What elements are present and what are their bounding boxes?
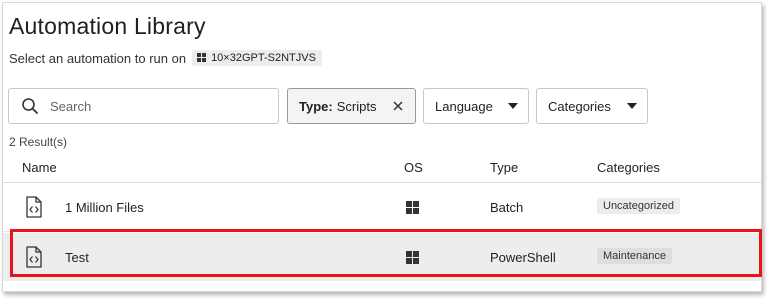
type-filter-chip[interactable]: Type: Scripts bbox=[287, 88, 416, 124]
close-icon[interactable] bbox=[391, 99, 405, 113]
column-header-categories[interactable]: Categories bbox=[597, 160, 660, 175]
language-dropdown[interactable]: Language bbox=[423, 88, 529, 124]
row-type: PowerShell bbox=[490, 250, 556, 265]
row-name: Test bbox=[65, 250, 89, 265]
subtitle-text: Select an automation to run on bbox=[9, 50, 187, 66]
table-row[interactable]: Test PowerShell Maintenance bbox=[3, 233, 761, 281]
results-count: 2 Result(s) bbox=[9, 135, 68, 149]
table-row[interactable]: 1 Million Files Batch Uncategorized bbox=[3, 183, 761, 232]
device-chip: 10×32GPT-S2NTJVS bbox=[192, 50, 322, 66]
search-box[interactable] bbox=[8, 88, 279, 124]
page-subtitle: Select an automation to run on 10×32GPT-… bbox=[9, 50, 322, 66]
category-badge: Uncategorized bbox=[597, 198, 680, 214]
row-name: 1 Million Files bbox=[65, 200, 144, 215]
windows-icon bbox=[197, 53, 207, 63]
search-input[interactable] bbox=[48, 97, 252, 115]
column-header-type[interactable]: Type bbox=[490, 160, 518, 175]
category-badge: Maintenance bbox=[597, 248, 672, 264]
column-header-os[interactable]: OS bbox=[404, 160, 423, 175]
column-header-name[interactable]: Name bbox=[22, 160, 57, 175]
type-filter-value: Scripts bbox=[336, 98, 377, 114]
script-file-icon bbox=[26, 196, 42, 218]
page-title: Automation Library bbox=[9, 13, 206, 39]
caret-down-icon bbox=[508, 103, 518, 109]
script-file-icon bbox=[26, 246, 42, 268]
windows-icon bbox=[406, 201, 419, 214]
table-header: Name OS Type Categories bbox=[3, 155, 761, 183]
search-icon bbox=[22, 98, 38, 114]
device-name: 10×32GPT-S2NTJVS bbox=[211, 52, 316, 64]
categories-dropdown[interactable]: Categories bbox=[536, 88, 648, 124]
caret-down-icon bbox=[627, 103, 637, 109]
language-dropdown-label: Language bbox=[435, 98, 493, 114]
row-type: Batch bbox=[490, 200, 524, 215]
windows-icon bbox=[406, 251, 419, 264]
type-filter-label: Type: bbox=[299, 98, 333, 114]
automation-library-panel: Automation Library Select an automation … bbox=[2, 2, 762, 292]
categories-dropdown-label: Categories bbox=[548, 98, 611, 114]
